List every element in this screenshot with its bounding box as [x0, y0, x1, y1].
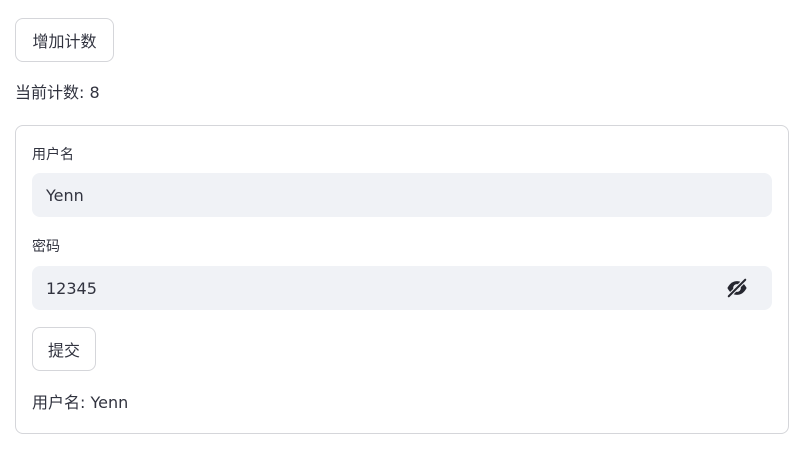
- password-value: 12345: [46, 278, 97, 298]
- username-label: 用户名: [32, 147, 74, 163]
- increment-count-button[interactable]: 增加计数: [15, 18, 114, 62]
- result-label: 用户名:: [32, 393, 91, 412]
- result-text: 用户名: Yenn: [32, 392, 128, 414]
- app-page: 增加计数 当前计数: 8 用户名 Yenn 密码 12345 提交 用户名: Y…: [0, 0, 805, 449]
- current-count-text: 当前计数: 8: [15, 82, 100, 104]
- result-value: Yenn: [90, 393, 129, 412]
- password-label: 密码: [32, 239, 60, 255]
- login-form: 用户名 Yenn 密码 12345 提交 用户名: Yenn: [15, 125, 789, 434]
- username-value: Yenn: [46, 185, 84, 205]
- password-input[interactable]: 12345: [32, 266, 772, 310]
- submit-button[interactable]: 提交: [32, 327, 96, 371]
- username-input[interactable]: Yenn: [32, 173, 772, 217]
- eye-off-icon[interactable]: [726, 277, 748, 299]
- count-label: 当前计数:: [15, 83, 90, 102]
- count-value: 8: [89, 83, 100, 102]
